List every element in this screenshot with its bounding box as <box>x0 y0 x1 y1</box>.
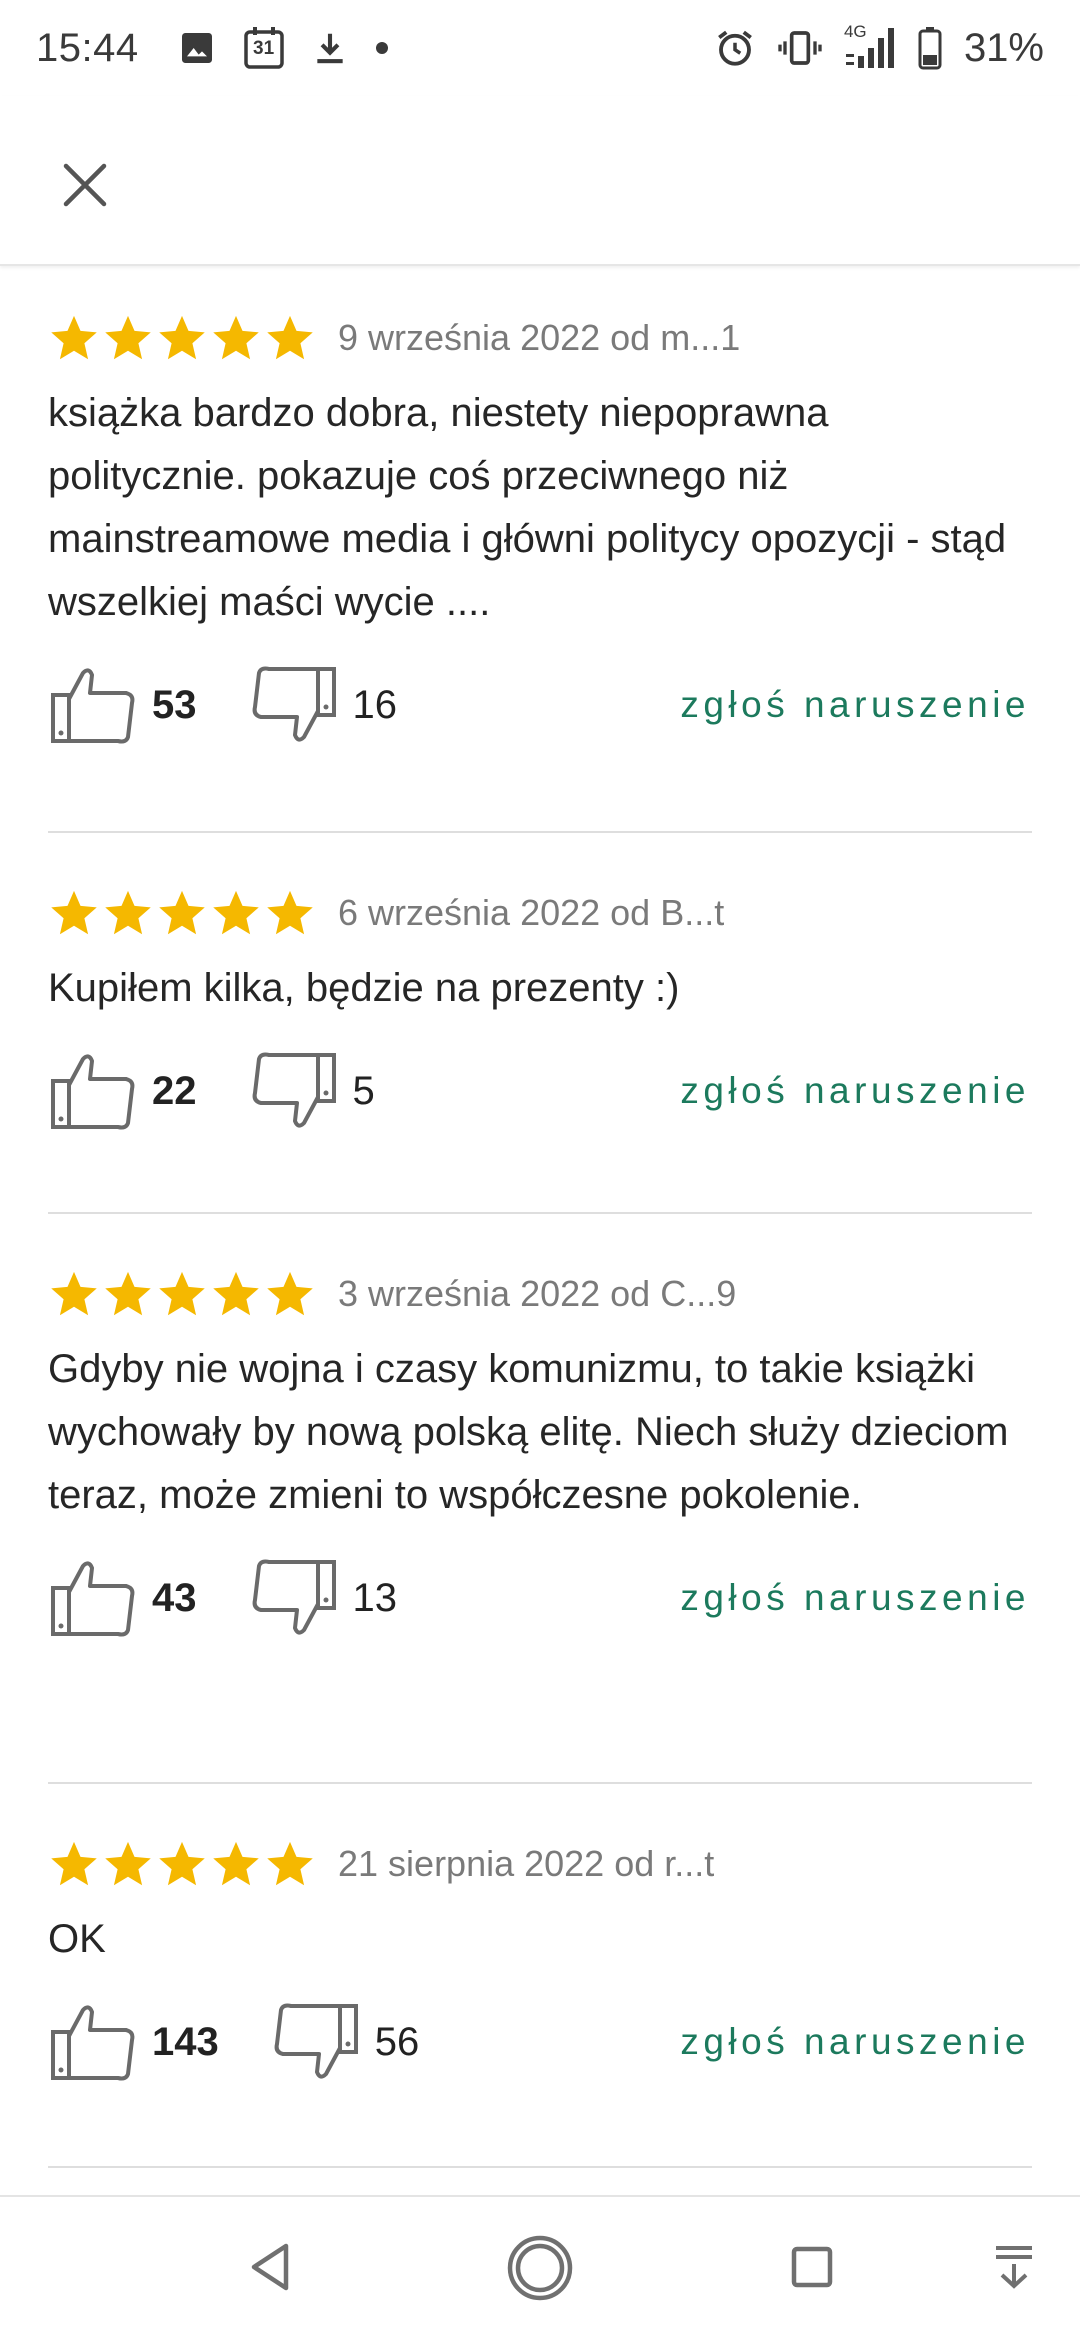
image-icon <box>177 28 217 68</box>
report-violation-link[interactable]: zgłoś naruszenie <box>680 2021 1030 2063</box>
like-button[interactable]: 143 <box>48 2002 219 2082</box>
star-icon <box>213 890 259 935</box>
thumbs-down-icon <box>249 665 339 745</box>
like-button[interactable]: 53 <box>48 665 197 745</box>
reviews-list: 9 września 2022 od m...1 książka bardzo … <box>48 268 1032 2168</box>
back-button[interactable] <box>238 2235 302 2299</box>
thumbs-up-icon <box>48 665 138 745</box>
star-icon <box>105 1841 151 1886</box>
close-icon <box>62 162 108 208</box>
review-date-author: 6 września 2022 od B...t <box>338 892 725 933</box>
review-actions: 143 56 zgłoś naruszenie <box>48 1987 1032 2097</box>
star-rating <box>48 1268 316 1320</box>
app-bar <box>0 96 1080 266</box>
dislike-count: 13 <box>352 1575 398 1620</box>
report-violation-link[interactable]: zgłoś naruszenie <box>680 1577 1030 1619</box>
review-text: Gdyby nie wojna i czasy komunizmu, to ta… <box>48 1347 1009 1517</box>
status-bar: 15:44 31 4G 31% <box>0 0 1080 96</box>
dislike-count: 16 <box>352 682 398 727</box>
status-time: 15:44 <box>36 25 139 70</box>
close-button[interactable] <box>50 150 120 220</box>
thumbs-down-icon <box>271 2002 361 2082</box>
calendar-icon: 31 <box>243 26 285 70</box>
review-text: Kupiłem kilka, będzie na prezenty :) <box>48 966 680 1010</box>
vibrate-icon <box>778 28 822 68</box>
back-icon <box>248 2242 292 2292</box>
thumbs-up-icon <box>48 1051 138 1131</box>
report-violation-link[interactable]: zgłoś naruszenie <box>680 684 1030 726</box>
review-item: 3 września 2022 od C...9 Gdyby nie wojna… <box>48 1214 1032 1784</box>
review-header: 6 września 2022 od B...t <box>48 887 1032 939</box>
dislike-count: 56 <box>374 2019 420 2064</box>
dot-icon <box>375 41 389 55</box>
star-rating <box>48 887 316 939</box>
notifications-pull-button[interactable] <box>984 2237 1044 2297</box>
review-date-author: 21 sierpnia 2022 od r...t <box>338 1843 715 1884</box>
star-icon <box>159 1271 205 1316</box>
review-actions: 43 13 zgłoś naruszenie <box>48 1543 1032 1653</box>
network-type: 4G <box>843 22 867 41</box>
review-header: 21 sierpnia 2022 od r...t <box>48 1838 1032 1890</box>
review-item: 9 września 2022 od m...1 książka bardzo … <box>48 268 1032 833</box>
like-button[interactable]: 22 <box>48 1051 197 1131</box>
star-icon <box>267 315 313 360</box>
like-button[interactable]: 43 <box>48 1558 197 1638</box>
review-text: książka bardzo dobra, niestety niepopraw… <box>48 391 1007 624</box>
star-icon <box>213 315 259 360</box>
star-icon <box>159 1841 205 1886</box>
like-count: 143 <box>152 2019 219 2064</box>
notifications-pull-icon <box>992 2244 1036 2290</box>
thumbs-down-icon <box>249 1051 339 1131</box>
review-date-author: 3 września 2022 od C...9 <box>338 1273 737 1314</box>
star-icon <box>213 1841 259 1886</box>
review-header: 9 września 2022 od m...1 <box>48 312 1032 364</box>
recents-icon <box>790 2245 834 2289</box>
star-icon <box>51 315 97 360</box>
home-icon <box>506 2234 574 2302</box>
review-item: 21 sierpnia 2022 od r...t OK 143 56 zgło… <box>48 1784 1032 2168</box>
star-icon <box>267 1841 313 1886</box>
download-icon <box>311 28 349 68</box>
thumbs-up-icon <box>48 2002 138 2082</box>
star-icon <box>51 1841 97 1886</box>
star-icon <box>51 890 97 935</box>
star-rating <box>48 312 316 364</box>
signal-icon: 4G <box>843 22 896 72</box>
dislike-count: 5 <box>352 1068 375 1113</box>
thumbs-down-icon <box>249 1558 339 1638</box>
calendar-day: 31 <box>253 38 275 59</box>
battery-percent: 31% <box>963 25 1044 70</box>
review-header: 3 września 2022 od C...9 <box>48 1268 1032 1320</box>
star-icon <box>213 1271 259 1316</box>
battery-icon <box>918 26 942 70</box>
review-actions: 53 16 zgłoś naruszenie <box>48 650 1032 760</box>
dislike-button[interactable]: 56 <box>271 2002 420 2082</box>
review-item: 6 września 2022 od B...t Kupiłem kilka, … <box>48 833 1032 1214</box>
dislike-button[interactable]: 16 <box>249 665 398 745</box>
thumbs-up-icon <box>48 1558 138 1638</box>
dislike-button[interactable]: 13 <box>249 1558 398 1638</box>
star-icon <box>159 890 205 935</box>
system-nav-bar <box>0 2195 1080 2340</box>
star-rating <box>48 1838 316 1890</box>
like-count: 22 <box>152 1068 197 1113</box>
like-count: 43 <box>152 1575 197 1620</box>
star-icon <box>105 890 151 935</box>
home-button[interactable] <box>505 2233 575 2303</box>
review-text: OK <box>48 1917 106 1961</box>
review-actions: 22 5 zgłoś naruszenie <box>48 1036 1032 1146</box>
recents-button[interactable] <box>782 2237 842 2297</box>
review-date-author: 9 września 2022 od m...1 <box>338 317 741 358</box>
star-icon <box>267 1271 313 1316</box>
star-icon <box>51 1271 97 1316</box>
star-icon <box>105 315 151 360</box>
star-icon <box>267 890 313 935</box>
dislike-button[interactable]: 5 <box>249 1051 375 1131</box>
star-icon <box>159 315 205 360</box>
like-count: 53 <box>152 682 197 727</box>
star-icon <box>105 1271 151 1316</box>
alarm-icon <box>714 27 756 69</box>
report-violation-link[interactable]: zgłoś naruszenie <box>680 1070 1030 1112</box>
